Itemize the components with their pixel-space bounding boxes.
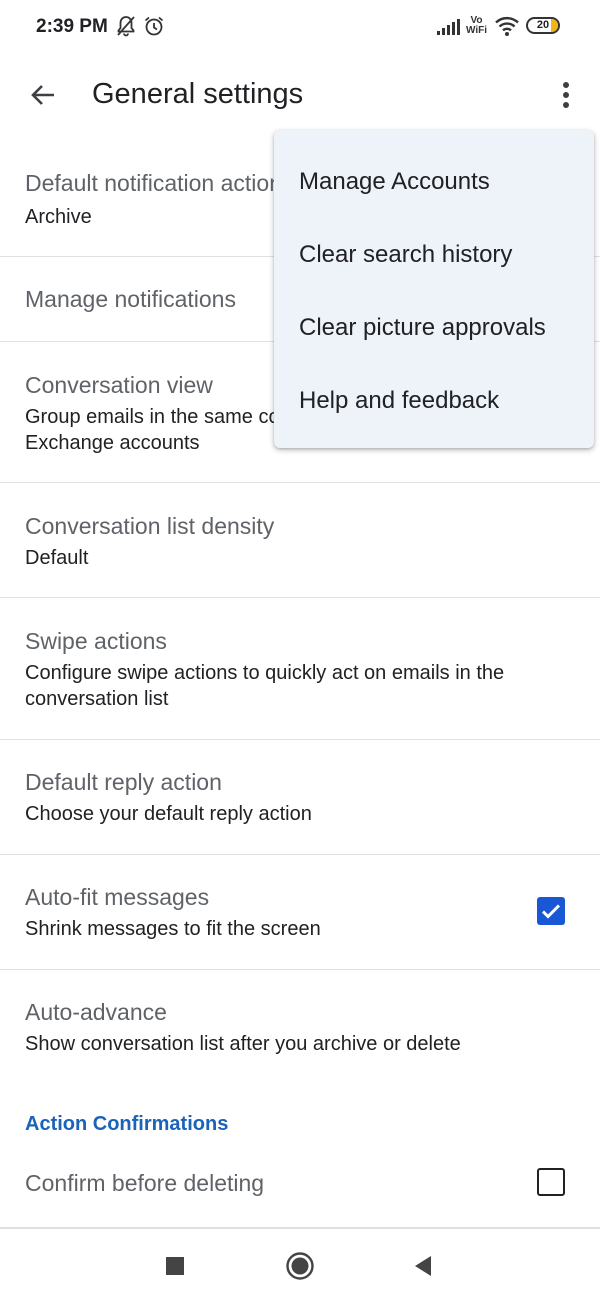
setting-title: Confirm before deleting: [25, 1170, 265, 1196]
battery-level: 20: [536, 19, 550, 31]
setting-default-reply-action[interactable]: Default reply action Choose your default…: [0, 740, 600, 855]
back-nav-button[interactable]: [408, 1251, 438, 1281]
more-vert-icon: [563, 82, 569, 108]
setting-swipe-actions[interactable]: Swipe actions Configure swipe actions to…: [0, 598, 600, 740]
more-options-button[interactable]: [548, 74, 584, 116]
setting-title: Swipe actions: [25, 628, 167, 654]
setting-title: Default reply action: [25, 769, 222, 795]
home-button[interactable]: [285, 1251, 315, 1281]
setting-title: Default notification action: [25, 170, 282, 196]
back-button[interactable]: [22, 74, 64, 116]
setting-auto-advance[interactable]: Auto-advance Show conversation list afte…: [0, 970, 600, 1085]
status-bar: 2:39 PM Vo WiFi 20: [0, 0, 600, 56]
recents-button[interactable]: [160, 1251, 190, 1281]
setting-title: Manage notifications: [25, 286, 236, 312]
setting-conversation-list-density[interactable]: Conversation list density Default: [0, 483, 600, 598]
menu-item-help-and-feedback[interactable]: Help and feedback: [299, 387, 499, 415]
checkmark-icon: [541, 904, 561, 919]
arrow-back-icon: [31, 85, 54, 105]
setting-title: Auto-advance: [25, 999, 167, 1025]
app-bar: General settings: [0, 56, 600, 132]
page-title: General settings: [92, 78, 304, 110]
bell-off-icon: [115, 14, 137, 43]
setting-title: Conversation view: [25, 372, 213, 398]
setting-title: Conversation list density: [25, 513, 275, 539]
confirm-delete-checkbox[interactable]: [537, 1168, 565, 1196]
section-header-action-confirmations: Action Confirmations: [25, 1113, 229, 1135]
back-triangle-icon: [415, 1256, 431, 1276]
alarm-icon: [142, 14, 166, 43]
menu-item-clear-search-history[interactable]: Clear search history: [299, 241, 512, 269]
vowifi-label: Vo WiFi: [466, 15, 488, 36]
setting-confirm-before-deleting[interactable]: Confirm before deleting: [0, 1146, 600, 1228]
setting-subtitle: Shrink messages to fit the screen: [25, 918, 321, 940]
menu-item-manage-accounts[interactable]: Manage Accounts: [299, 168, 490, 196]
setting-subtitle: Default: [25, 547, 89, 569]
system-nav-bar: [0, 1228, 600, 1300]
auto-fit-checkbox[interactable]: [537, 897, 565, 925]
home-circle-icon: [286, 1252, 314, 1280]
setting-subtitle: Show conversation list after you archive…: [25, 1033, 461, 1055]
status-time: 2:39 PM: [36, 16, 108, 37]
signal-icon: [436, 18, 462, 41]
setting-title: Auto-fit messages: [25, 884, 210, 910]
setting-subtitle: Configure swipe actions to quickly act o…: [25, 662, 505, 710]
setting-auto-fit-messages[interactable]: Auto-fit messages Shrink messages to fit…: [0, 855, 600, 970]
recents-square-icon: [166, 1257, 184, 1275]
overflow-menu: Manage Accounts Clear search history Cle…: [274, 130, 594, 448]
setting-subtitle: Choose your default reply action: [25, 803, 312, 825]
wifi-icon: [494, 15, 520, 42]
battery-icon: 20: [526, 17, 560, 34]
menu-item-clear-picture-approvals[interactable]: Clear picture approvals: [299, 314, 546, 342]
